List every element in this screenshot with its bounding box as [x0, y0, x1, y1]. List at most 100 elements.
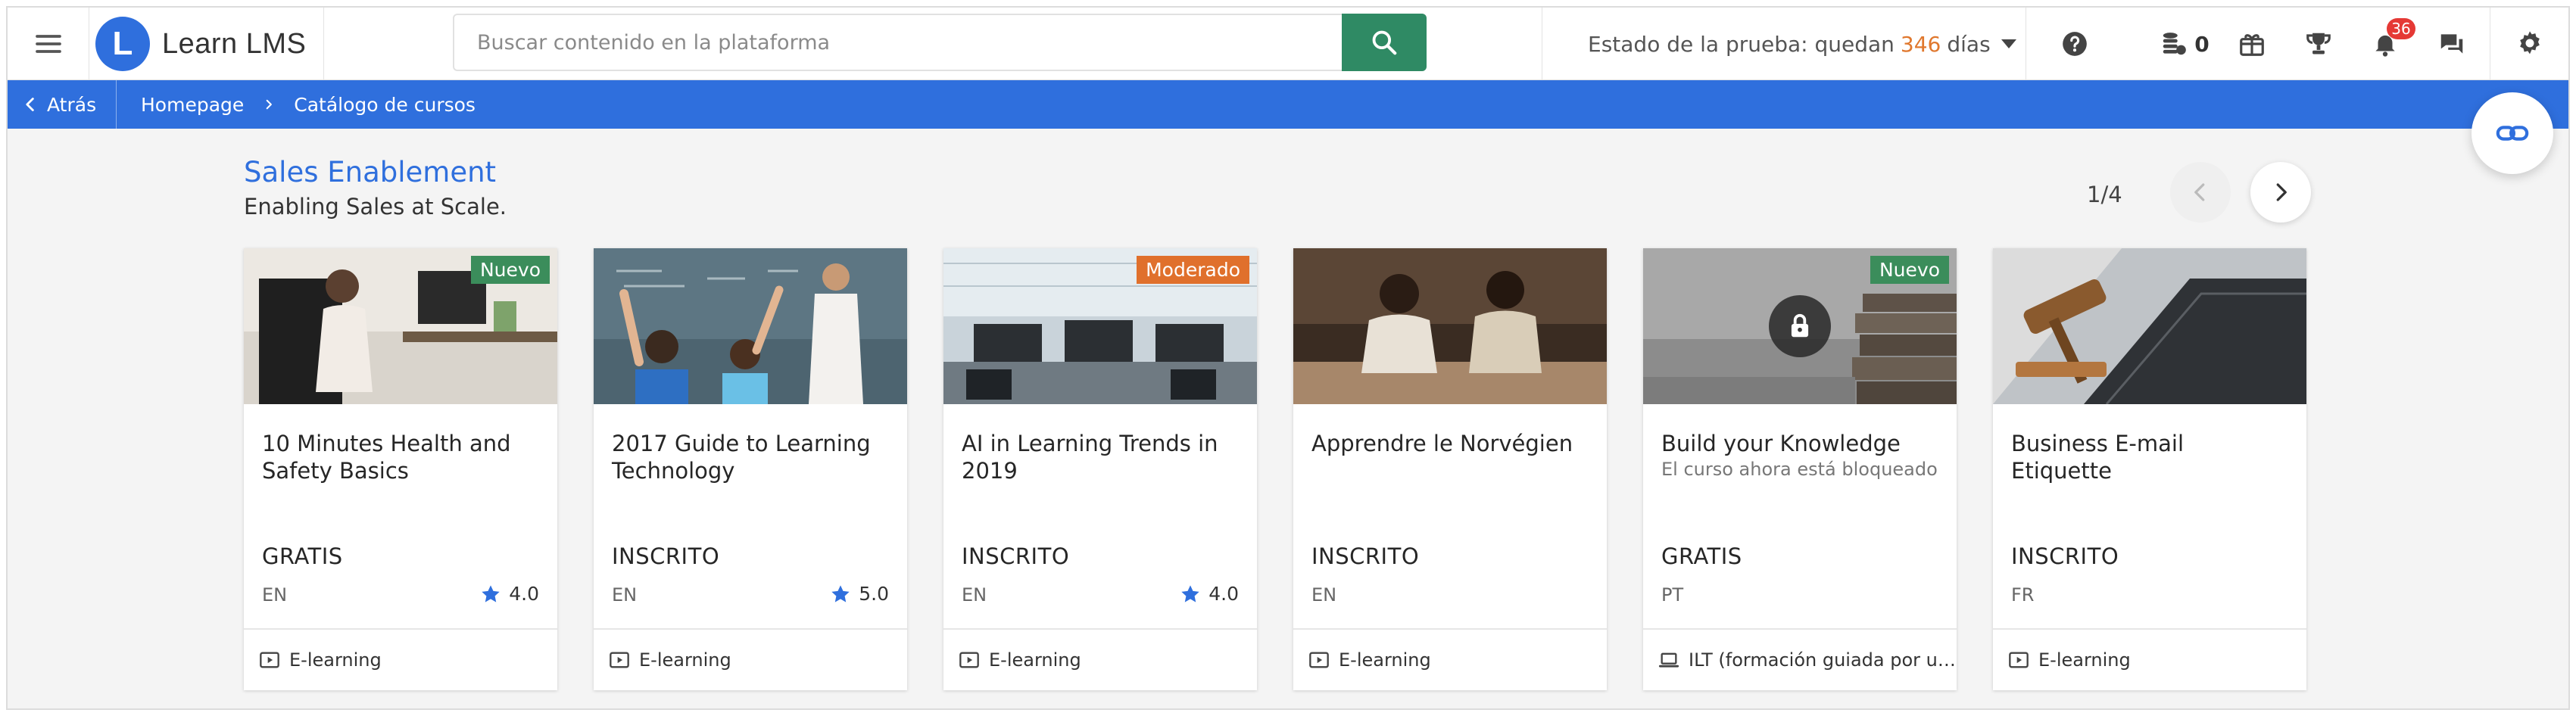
menu-button[interactable] [8, 8, 89, 80]
enrollment-status: INSCRITO [1311, 543, 1420, 569]
course-type-label: ILT (formación guiada por un instructor) [1689, 649, 1957, 671]
course-thumbnail [1993, 248, 2306, 404]
help-button[interactable] [2041, 8, 2108, 80]
back-button[interactable]: Atrás [8, 80, 117, 129]
enrollment-status: GRATIS [262, 543, 343, 569]
course-locked-note: El curso ahora está bloqueado [1661, 459, 1938, 480]
course-type: E-learning [1993, 628, 2306, 690]
chevron-left-icon [26, 98, 34, 111]
course-language: EN [612, 584, 638, 605]
coins-icon [2163, 33, 2187, 55]
new-badge: Nuevo [1870, 256, 1949, 284]
chevron-right-icon [266, 99, 273, 110]
course-type-label: E-learning [639, 649, 731, 671]
rating-value: 4.0 [1208, 583, 1239, 605]
course-type: E-learning [244, 628, 557, 690]
chevron-left-icon [2194, 183, 2205, 201]
achievements-button[interactable] [2285, 8, 2352, 80]
enrollment-status: INSCRITO [962, 543, 1070, 569]
course-card[interactable]: Apprendre le Norvégien INSCRITO EN E-lea… [1293, 248, 1607, 690]
notification-count-badge: 36 [2387, 18, 2415, 39]
star-icon [482, 584, 500, 602]
play-icon [1309, 652, 1329, 668]
trial-status-dropdown[interactable]: Estado de la prueba: quedan 346 días [1542, 8, 2026, 80]
course-title[interactable]: Apprendre le Norvégien [1311, 430, 1584, 457]
trophy-icon [2306, 33, 2331, 54]
messages-button[interactable] [2419, 8, 2485, 80]
course-title[interactable]: 2017 Guide to Learning Technology [612, 430, 884, 484]
rating-value: 5.0 [859, 583, 889, 605]
course-thumbnail: Nuevo [244, 248, 557, 404]
caret-down-icon [2001, 39, 2016, 48]
breadcrumb: Atrás Homepage Catálogo de cursos [8, 80, 2568, 129]
course-type: ILT (formación guiada por un instructor) [1643, 628, 1957, 690]
moderated-badge: Moderado [1137, 256, 1249, 284]
course-title[interactable]: AI in Learning Trends in 2019 [962, 430, 1234, 484]
chat-icon [2440, 34, 2463, 54]
course-type: E-learning [594, 628, 907, 690]
gift-icon [2240, 34, 2264, 56]
breadcrumb-current: Catálogo de cursos [294, 93, 476, 116]
carousel-next-button[interactable] [2250, 162, 2311, 223]
course-type-label: E-learning [1339, 649, 1431, 671]
gear-icon [2519, 31, 2540, 54]
course-language: PT [1661, 584, 1684, 605]
course-rating: 4.0 [1180, 583, 1239, 605]
carousel-prev-button[interactable] [2170, 162, 2231, 223]
course-language: EN [962, 584, 987, 605]
search-button[interactable] [1342, 14, 1427, 71]
rating-value: 4.0 [509, 583, 539, 605]
course-thumbnail: Moderado [943, 248, 1257, 404]
star-icon [1181, 584, 1199, 602]
locked-overlay [1769, 295, 1831, 357]
course-type-label: E-learning [989, 649, 1081, 671]
back-label: Atrás [47, 93, 97, 116]
course-card[interactable]: Moderado AI in Learning Trends in 2019 I… [943, 248, 1257, 690]
brand-name: Learn LMS [162, 27, 307, 60]
course-title[interactable]: 10 Minutes Health and Safety Basics [262, 430, 535, 484]
section-subtitle: Enabling Sales at Scale. [244, 194, 507, 219]
trial-days-unit: días [1947, 31, 1991, 57]
course-language: EN [1311, 584, 1337, 605]
link-icon [2496, 126, 2529, 141]
course-thumbnail [594, 248, 907, 404]
course-card[interactable]: 2017 Guide to Learning Technology INSCRI… [594, 248, 907, 690]
course-thumbnail: Nuevo [1643, 248, 1957, 404]
app-window: L Learn LMS Estado de la prueba: quedan … [6, 6, 2570, 710]
trial-days-remaining: 346 [1900, 31, 1941, 57]
top-header: L Learn LMS Estado de la prueba: quedan … [8, 8, 2568, 80]
course-title[interactable]: Build your Knowledge [1661, 430, 1934, 457]
course-type-label: E-learning [289, 649, 382, 671]
play-icon [610, 652, 629, 668]
course-rating: 5.0 [830, 583, 889, 605]
settings-button[interactable] [2490, 8, 2568, 80]
course-thumbnail [1293, 248, 1607, 404]
course-card[interactable]: Nuevo 10 Minutes Health and Safety Basic… [244, 248, 557, 690]
play-icon [959, 652, 979, 668]
enrollment-status: INSCRITO [612, 543, 720, 569]
brand-logo-link[interactable]: L Learn LMS [89, 8, 324, 80]
breadcrumb-homepage-link[interactable]: Homepage [141, 94, 244, 116]
play-icon [260, 652, 279, 668]
course-card[interactable]: Business E-mail Etiquette INSCRITO FR E-… [1993, 248, 2306, 690]
trial-status-label: Estado de la prueba: quedan [1588, 31, 1895, 57]
chevron-right-icon [2276, 183, 2287, 201]
coins-button[interactable]: 0 [2143, 8, 2226, 80]
course-title[interactable]: Business E-mail Etiquette [2011, 430, 2284, 484]
course-card[interactable]: Nuevo Build your Knowledge El curso ahor… [1643, 248, 1957, 690]
course-type: E-learning [1293, 628, 1607, 690]
course-language: FR [2011, 584, 2035, 605]
hamburger-icon [35, 35, 61, 53]
section-title: Sales Enablement [244, 156, 497, 188]
course-rating: 4.0 [480, 583, 539, 605]
play-icon [2009, 652, 2029, 668]
enrollment-status: GRATIS [1661, 543, 1742, 569]
course-language: EN [262, 584, 288, 605]
rewards-button[interactable] [2219, 8, 2285, 80]
notifications-button[interactable]: 36 [2352, 8, 2419, 80]
search-input[interactable] [454, 15, 1342, 70]
star-icon [831, 584, 850, 602]
copy-link-button[interactable] [2472, 92, 2553, 174]
carousel-page-indicator: 1/4 [2087, 182, 2122, 207]
help-icon [2063, 32, 2087, 56]
